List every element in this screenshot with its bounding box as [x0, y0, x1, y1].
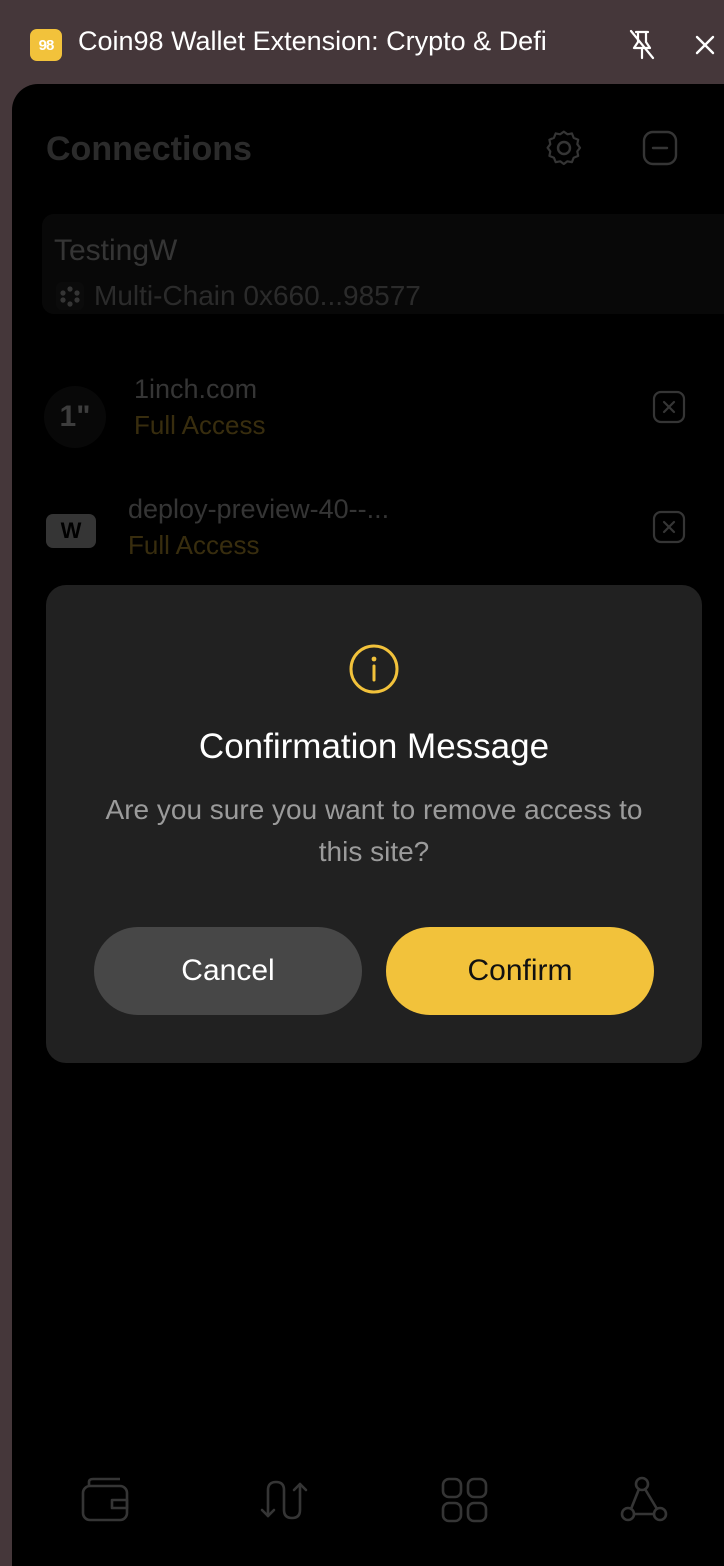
cancel-button[interactable]: Cancel: [94, 927, 362, 1015]
confirm-button[interactable]: Confirm: [386, 927, 654, 1015]
wallet-address: Multi-Chain 0x660...98577: [94, 280, 421, 311]
window-titlebar: 98 Coin98 Wallet Extension: Crypto & Def…: [0, 0, 724, 88]
wallet-name: TestingW: [54, 234, 178, 267]
site-access: Full Access: [134, 410, 266, 440]
multi-chain-icon: [56, 282, 84, 310]
unpin-icon[interactable]: [626, 28, 658, 62]
remove-access-icon[interactable]: [652, 390, 686, 424]
browser-nav-icon[interactable]: [620, 1476, 670, 1524]
info-icon: [349, 644, 399, 694]
close-icon[interactable]: [690, 30, 720, 60]
minimize-icon[interactable]: [642, 130, 678, 166]
window-title: Coin98 Wallet Extension: Crypto & Defi: [78, 26, 547, 56]
coin98-logo-icon: 98: [30, 29, 62, 61]
page-title: Connections: [46, 130, 252, 168]
swap-nav-icon[interactable]: [260, 1476, 310, 1524]
list-item: W deploy-preview-40--... Full Access: [12, 484, 724, 574]
1inch-logo-icon: 1": [44, 386, 106, 448]
wallet-nav-icon[interactable]: [80, 1476, 130, 1524]
site-access: Full Access: [128, 530, 260, 560]
remove-access-icon[interactable]: [652, 510, 686, 544]
dialog-message: Are you sure you want to remove access t…: [105, 794, 643, 867]
dialog-title: Confirmation Message: [198, 727, 550, 766]
site-logo-icon: W: [46, 514, 96, 548]
gear-icon[interactable]: [544, 128, 584, 168]
site-name: 1inch.com: [134, 374, 258, 404]
confirmation-dialog: Confirmation Message Are you sure you wa…: [46, 585, 702, 1063]
apps-nav-icon[interactable]: [440, 1476, 490, 1524]
list-item: 1" 1inch.com Full Access: [12, 364, 724, 454]
site-name: deploy-preview-40--...: [128, 494, 390, 524]
